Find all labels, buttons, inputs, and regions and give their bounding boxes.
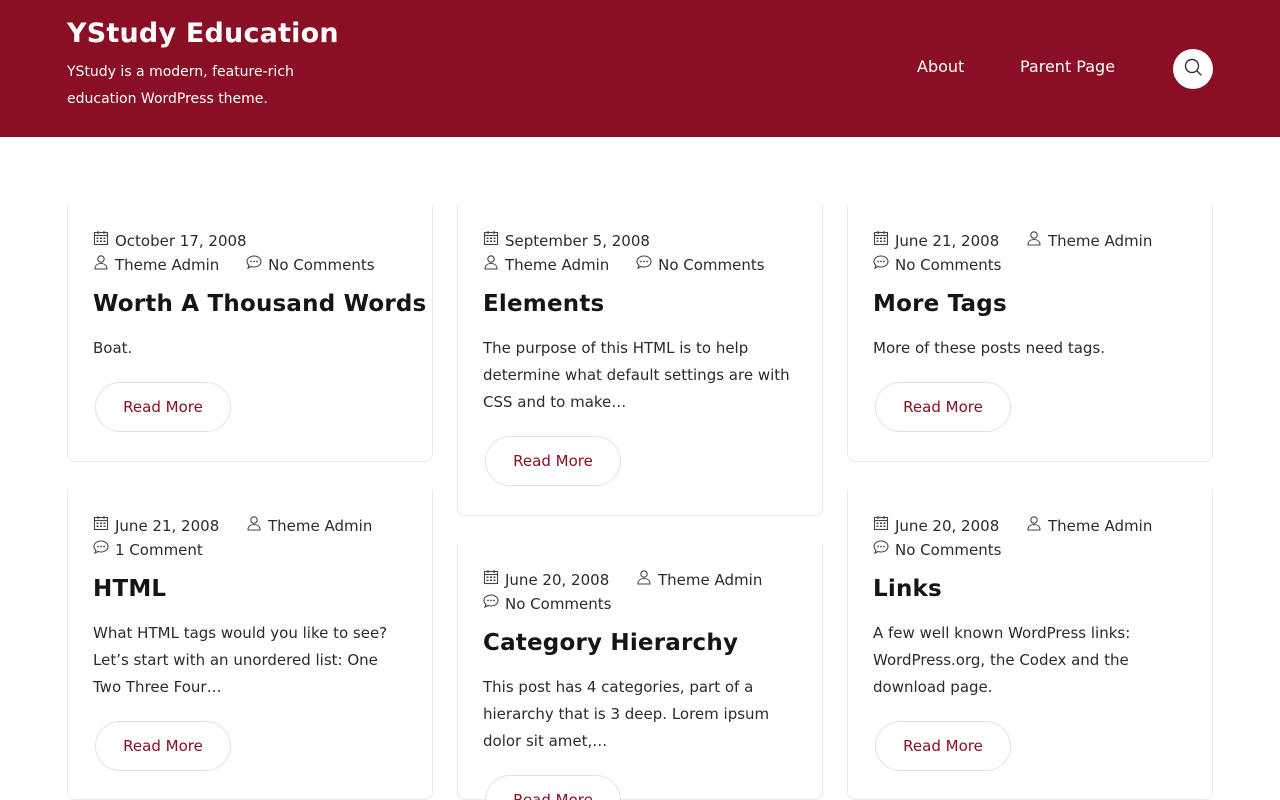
- calendar-icon: [873, 229, 895, 253]
- post-card: June 21, 2008 Theme Admin 1 Comment HTML…: [67, 490, 433, 800]
- post-author-label: Theme Admin: [115, 256, 220, 274]
- read-more-button[interactable]: Read More: [875, 721, 1011, 771]
- post-comments[interactable]: No Comments: [483, 592, 611, 616]
- post-author[interactable]: Theme Admin: [1026, 229, 1152, 253]
- post-meta: October 17, 2008 Theme Admin No Comments: [93, 229, 407, 277]
- user-icon: [1026, 514, 1048, 538]
- calendar-icon: [93, 514, 115, 538]
- post-author[interactable]: Theme Admin: [93, 253, 219, 277]
- comment-icon: [636, 253, 658, 277]
- post-title[interactable]: Links: [873, 574, 1187, 604]
- post-author[interactable]: Theme Admin: [483, 253, 609, 277]
- calendar-icon: [483, 568, 505, 592]
- post-comments-label: No Comments: [895, 256, 1002, 274]
- post-date[interactable]: June 20, 2008: [873, 514, 999, 538]
- post-title[interactable]: Worth A Thousand Words: [93, 289, 426, 319]
- post-author-label: Theme Admin: [1048, 517, 1153, 535]
- comment-icon: [873, 253, 895, 277]
- post-date[interactable]: June 20, 2008: [483, 568, 609, 592]
- comment-icon: [93, 538, 115, 562]
- post-date-label: October 17, 2008: [115, 232, 247, 250]
- post-meta: June 21, 2008 Theme Admin No Comments: [873, 229, 1187, 277]
- post-excerpt: The purpose of this HTML is to help dete…: [483, 339, 790, 411]
- post-author-label: Theme Admin: [1048, 232, 1153, 250]
- post-comments[interactable]: No Comments: [873, 538, 1001, 562]
- calendar-icon: [483, 229, 505, 253]
- user-icon: [246, 514, 268, 538]
- read-more-button[interactable]: Read More: [485, 436, 621, 486]
- calendar-icon: [93, 229, 115, 253]
- post-date[interactable]: October 17, 2008: [93, 229, 247, 253]
- post-date[interactable]: September 5, 2008: [483, 229, 650, 253]
- post-card: June 20, 2008 Theme Admin No Comments Ca…: [457, 544, 823, 800]
- post-excerpt: A few well known WordPress links: WordPr…: [873, 624, 1131, 696]
- search-icon: [1183, 57, 1203, 81]
- post-author[interactable]: Theme Admin: [1026, 514, 1152, 538]
- comment-icon: [246, 253, 268, 277]
- post-comments[interactable]: 1 Comment: [93, 538, 203, 562]
- post-date[interactable]: June 21, 2008: [873, 229, 999, 253]
- post-meta: September 5, 2008 Theme Admin No Comment…: [483, 229, 797, 277]
- post-date-label: June 21, 2008: [115, 517, 220, 535]
- nav-item-parent-page[interactable]: Parent Page: [1020, 57, 1115, 76]
- post-author[interactable]: Theme Admin: [636, 568, 762, 592]
- post-comments[interactable]: No Comments: [873, 253, 1001, 277]
- post-title[interactable]: Category Hierarchy: [483, 628, 797, 658]
- post-comments[interactable]: No Comments: [246, 253, 375, 277]
- post-title[interactable]: More Tags: [873, 289, 1187, 319]
- search-button[interactable]: [1173, 49, 1213, 89]
- post-date-label: June 20, 2008: [505, 571, 610, 589]
- post-date-label: September 5, 2008: [505, 232, 650, 250]
- comment-icon: [873, 538, 895, 562]
- post-comments-label: 1 Comment: [115, 541, 203, 559]
- post-card: June 20, 2008 Theme Admin No Comments Li…: [847, 490, 1213, 800]
- post-date-label: June 20, 2008: [895, 517, 1000, 535]
- post-author-label: Theme Admin: [268, 517, 373, 535]
- post-excerpt: Boat.: [93, 339, 133, 357]
- post-meta: June 21, 2008 Theme Admin 1 Comment: [93, 514, 407, 562]
- post-card: June 21, 2008 Theme Admin No Comments Mo…: [847, 205, 1213, 462]
- nav-item-about[interactable]: About: [917, 57, 964, 76]
- site-tagline: YStudy is a modern, feature-rich educati…: [67, 64, 294, 107]
- calendar-icon: [873, 514, 895, 538]
- user-icon: [636, 568, 658, 592]
- post-author-label: Theme Admin: [658, 571, 763, 589]
- post-date[interactable]: June 21, 2008: [93, 514, 219, 538]
- post-comments-label: No Comments: [505, 595, 612, 613]
- post-excerpt: What HTML tags would you like to see? Le…: [93, 624, 388, 696]
- post-title[interactable]: HTML: [93, 574, 407, 604]
- read-more-button[interactable]: Read More: [95, 721, 231, 771]
- post-comments-label: No Comments: [268, 256, 375, 274]
- post-title[interactable]: Elements: [483, 289, 797, 319]
- post-comments[interactable]: No Comments: [636, 253, 765, 277]
- post-comments-label: No Comments: [895, 541, 1002, 559]
- post-excerpt: More of these posts need tags.: [873, 339, 1106, 357]
- post-card: October 17, 2008 Theme Admin No Comments…: [67, 205, 433, 462]
- comment-icon: [483, 592, 505, 616]
- read-more-button[interactable]: Read More: [485, 775, 621, 800]
- user-icon: [1026, 229, 1048, 253]
- site-title[interactable]: YStudy Education: [67, 18, 339, 49]
- user-icon: [483, 253, 505, 277]
- user-icon: [93, 253, 115, 277]
- post-meta: June 20, 2008 Theme Admin No Comments: [873, 514, 1187, 562]
- post-card: September 5, 2008 Theme Admin No Comment…: [457, 205, 823, 516]
- post-author-label: Theme Admin: [505, 256, 610, 274]
- read-more-button[interactable]: Read More: [95, 382, 231, 432]
- post-excerpt: This post has 4 categories, part of a hi…: [483, 678, 770, 750]
- post-comments-label: No Comments: [658, 256, 765, 274]
- post-meta: June 20, 2008 Theme Admin No Comments: [483, 568, 797, 616]
- site-header: YStudy Education YStudy is a modern, fea…: [0, 0, 1280, 137]
- read-more-button[interactable]: Read More: [875, 382, 1011, 432]
- post-author[interactable]: Theme Admin: [246, 514, 372, 538]
- post-date-label: June 21, 2008: [895, 232, 1000, 250]
